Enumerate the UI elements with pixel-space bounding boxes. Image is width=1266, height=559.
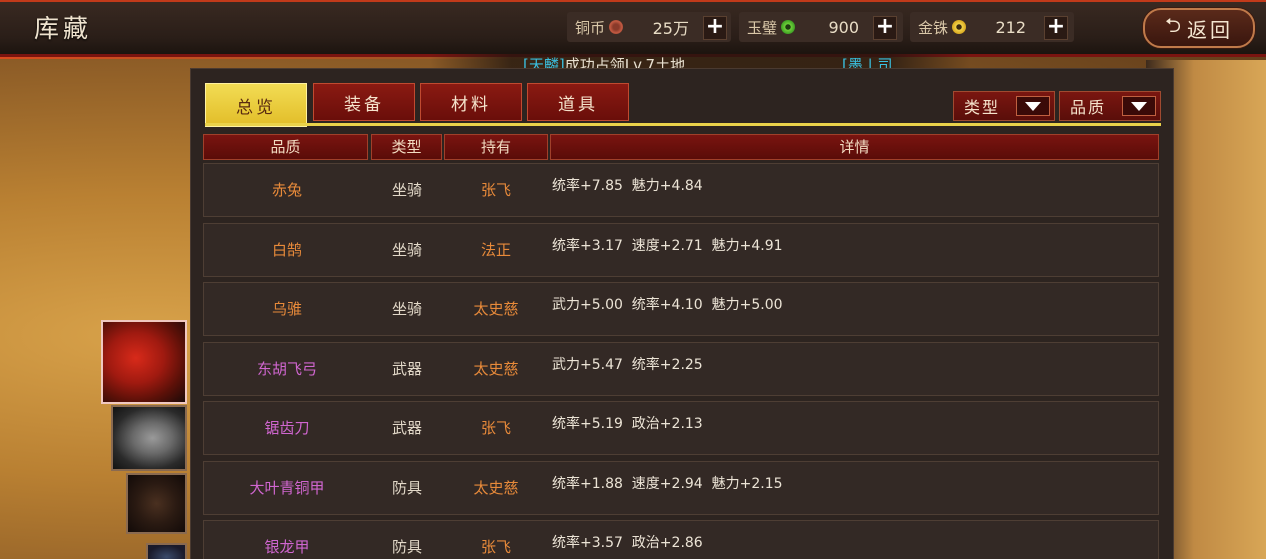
top-bar: 库藏 铜币 25万 + 玉璧 900 + 金铢 212 + ⮌ 返回 bbox=[0, 0, 1266, 59]
quality-filter-label: 品质 bbox=[1070, 98, 1107, 117]
item-detail: 武力+5.00 统率+4.10 魅力+5.00 bbox=[552, 297, 783, 313]
table-row[interactable]: 白鹄 坐骑 法正 统率+3.17 速度+2.71 魅力+4.91 bbox=[203, 222, 1159, 277]
table-row[interactable]: 锯齿刀 武器 张飞 统率+5.19 政治+2.13 bbox=[203, 401, 1159, 455]
currency-copper-label: 铜币 bbox=[575, 18, 606, 37]
tab-overview[interactable]: 总览 bbox=[205, 83, 307, 127]
item-detail: 统率+3.57 政治+2.86 bbox=[552, 535, 703, 551]
back-button-label: 返回 bbox=[1187, 17, 1234, 42]
item-type: 防具 bbox=[391, 478, 422, 497]
currency-gold-label: 金铢 bbox=[918, 18, 949, 37]
add-gold-button[interactable]: + bbox=[1044, 16, 1068, 40]
item-name: 东胡飞弓 bbox=[256, 359, 317, 378]
currency-gold-value: 212 bbox=[995, 17, 1026, 37]
item-owner: 张飞 bbox=[480, 181, 511, 199]
item-name: 乌骓 bbox=[271, 300, 302, 318]
item-owner: 太史慈 bbox=[473, 478, 519, 497]
currency-copper-value: 25万 bbox=[652, 19, 689, 38]
currency-copper: 铜币 25万 + bbox=[567, 12, 731, 42]
currency-jade: 玉璧 900 + bbox=[739, 12, 903, 42]
add-copper-button[interactable]: + bbox=[703, 16, 727, 40]
item-detail: 统率+1.88 速度+2.94 魅力+2.15 bbox=[552, 475, 783, 492]
column-type[interactable]: 类型 bbox=[371, 134, 442, 160]
column-detail: 详情 bbox=[550, 134, 1159, 160]
item-owner: 张飞 bbox=[480, 419, 511, 437]
back-button[interactable]: ⮌ 返回 bbox=[1143, 8, 1255, 48]
type-filter-dropdown[interactable]: 类型 bbox=[953, 91, 1055, 121]
item-type: 坐骑 bbox=[391, 300, 422, 318]
item-thumbnail-bow[interactable] bbox=[146, 543, 187, 559]
currency-gold: 金铢 212 + bbox=[910, 12, 1074, 42]
page-title: 库藏 bbox=[34, 14, 93, 43]
item-owner: 法正 bbox=[480, 240, 511, 259]
item-type: 武器 bbox=[391, 419, 422, 437]
item-detail: 统率+5.19 政治+2.13 bbox=[552, 416, 703, 432]
tab-underline bbox=[205, 123, 1161, 126]
gold-coin-icon bbox=[952, 20, 967, 34]
currency-jade-label: 玉璧 bbox=[747, 18, 778, 37]
item-detail: 统率+7.85 魅力+4.84 bbox=[552, 178, 703, 194]
column-owner[interactable]: 持有 bbox=[444, 134, 548, 160]
type-filter-label: 类型 bbox=[964, 98, 1001, 117]
item-name: 锯齿刀 bbox=[264, 419, 310, 437]
item-detail: 武力+5.47 统率+2.25 bbox=[552, 356, 703, 373]
item-owner: 太史慈 bbox=[473, 300, 519, 318]
chevron-down-icon bbox=[1122, 96, 1156, 116]
item-detail: 统率+3.17 速度+2.71 魅力+4.91 bbox=[552, 237, 783, 254]
currency-jade-value: 900 bbox=[828, 17, 859, 37]
tab-materials[interactable]: 材料 bbox=[420, 83, 522, 121]
copper-coin-icon bbox=[609, 20, 624, 34]
item-name: 赤兔 bbox=[271, 181, 302, 199]
item-thumbnail-white-horse[interactable] bbox=[111, 405, 187, 471]
table-row[interactable]: 赤兔 坐骑 张飞 统率+7.85 魅力+4.84 bbox=[203, 163, 1159, 217]
item-type: 防具 bbox=[391, 538, 422, 556]
quality-filter-dropdown[interactable]: 品质 bbox=[1059, 91, 1161, 121]
tab-equipment[interactable]: 装备 bbox=[313, 83, 415, 121]
item-type: 武器 bbox=[391, 359, 422, 378]
tab-items[interactable]: 道具 bbox=[527, 83, 629, 121]
item-owner: 张飞 bbox=[480, 538, 511, 556]
table-row[interactable]: 大叶青铜甲 防具 太史慈 统率+1.88 速度+2.94 魅力+2.15 bbox=[203, 460, 1159, 515]
item-thumbnail-red-horse[interactable] bbox=[101, 320, 187, 404]
table-row[interactable]: 银龙甲 防具 张飞 统率+3.57 政治+2.86 bbox=[203, 520, 1159, 559]
item-owner: 太史慈 bbox=[473, 359, 519, 378]
item-name: 大叶青铜甲 bbox=[249, 478, 325, 497]
item-name: 白鹄 bbox=[271, 240, 302, 259]
table-row[interactable]: 乌骓 坐骑 太史慈 武力+5.00 统率+4.10 魅力+5.00 bbox=[203, 282, 1159, 336]
table-row[interactable]: 东胡飞弓 武器 太史慈 武力+5.47 统率+2.25 bbox=[203, 341, 1159, 396]
column-quality[interactable]: 品质 bbox=[203, 134, 368, 160]
item-name: 银龙甲 bbox=[264, 538, 310, 556]
chevron-down-icon bbox=[1016, 96, 1050, 116]
inventory-panel: 总览 装备 材料 道具 类型 品质 品质 类型 持有 详情 赤兔 坐骑 张飞 统率+7… bbox=[190, 68, 1174, 559]
jade-disc-icon bbox=[781, 20, 796, 34]
add-jade-button[interactable]: + bbox=[873, 16, 897, 40]
return-arrow-icon: ⮌ bbox=[1164, 13, 1185, 37]
item-type: 坐骑 bbox=[391, 181, 422, 199]
item-thumbnail-black-horse[interactable] bbox=[126, 473, 187, 534]
item-type: 坐骑 bbox=[391, 240, 422, 259]
